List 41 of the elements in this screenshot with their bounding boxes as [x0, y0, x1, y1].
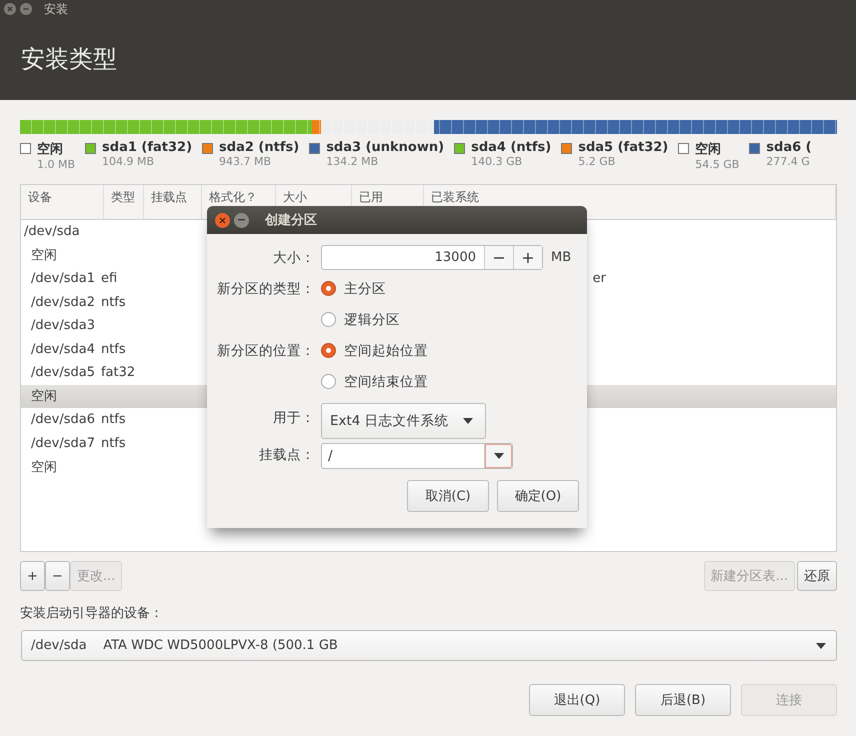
type-cell: ntfs	[100, 412, 126, 428]
boot-device-label: 安装启动引导器的设备：	[20, 605, 163, 622]
partition-size: 277.4 G	[766, 155, 811, 168]
partition-size: 134.2 MB	[326, 155, 380, 168]
device-cell: /dev/sda4	[31, 342, 95, 357]
partition-size: 54.5 GB	[695, 158, 740, 171]
use-as-label: 用于：	[272, 409, 316, 427]
type-cell: ntfs	[100, 342, 126, 357]
device-cell: /dev/sda1	[31, 271, 95, 286]
os-cell: er	[592, 271, 606, 286]
type-label: 新分区的类型：	[216, 280, 316, 298]
device-cell: /dev/sda7	[31, 436, 95, 451]
partition-name: sda5 (fat32)	[578, 140, 668, 155]
partition-size: 104.9 MB	[102, 155, 156, 168]
location-label: 新分区的位置：	[216, 342, 316, 360]
device-cell: /dev/sda6	[31, 412, 95, 428]
partition-size: 5.2 GB	[578, 155, 616, 168]
mount-point-label: 挂载点：	[258, 446, 316, 464]
unit-label: MB	[551, 250, 572, 265]
partition-name: sda3 (unknown)	[326, 140, 444, 155]
partition-size: 943.7 MB	[219, 155, 272, 168]
device-cell: /dev/sda	[24, 224, 80, 240]
partition-name: sda1 (fat32)	[102, 140, 192, 155]
partition-size: 1.0 MB	[37, 158, 76, 171]
device-cell-text: 空闲	[31, 388, 57, 406]
partition-size: 140.3 GB	[471, 155, 524, 168]
partition-name: sda6 (	[766, 140, 812, 155]
partition-name: sda2 (ntfs)	[219, 140, 300, 155]
partition-name: 空闲	[695, 140, 722, 158]
partition-name: sda4 (ntfs)	[471, 140, 552, 155]
type-cell: efi	[100, 271, 118, 286]
partition-name: 空闲	[37, 140, 64, 158]
device-cell-text: 空闲	[31, 458, 57, 476]
device-cell: /dev/sda2	[31, 294, 95, 310]
size-label: 大小：	[272, 248, 316, 266]
type-cell: ntfs	[100, 294, 126, 310]
type-cell: fat32	[100, 365, 136, 380]
type-cell: ntfs	[100, 436, 126, 451]
window-title: 安装	[44, 0, 68, 18]
device-cell: /dev/sda5	[31, 365, 95, 380]
page-title: 安装类型	[21, 44, 117, 75]
